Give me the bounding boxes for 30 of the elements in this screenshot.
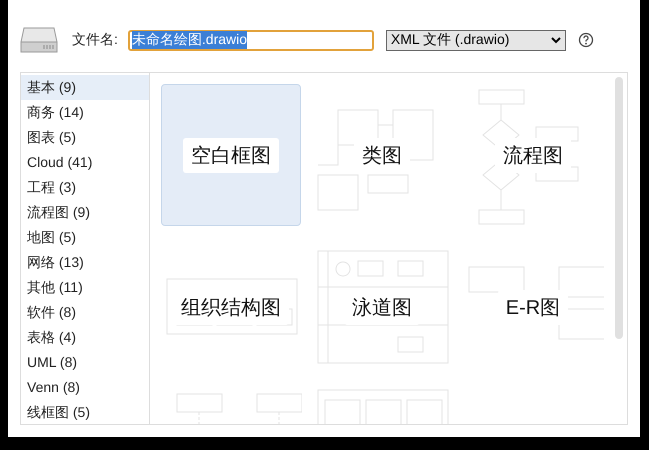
- category-item[interactable]: 软件 (8): [21, 300, 149, 325]
- help-icon[interactable]: [578, 32, 594, 48]
- hard-drive-icon: [20, 26, 58, 54]
- template-tile[interactable]: E-R图: [463, 236, 603, 378]
- template-label: 流程图: [495, 138, 571, 172]
- template-tile[interactable]: 组织结构图: [161, 236, 301, 378]
- category-item[interactable]: 其他 (11): [21, 275, 149, 300]
- category-item[interactable]: 网络 (13): [21, 250, 149, 275]
- template-tile[interactable]: 空白框图: [161, 84, 301, 226]
- category-item[interactable]: Venn (8): [21, 375, 149, 400]
- category-item[interactable]: 线框图 (5): [21, 400, 149, 425]
- template-tile[interactable]: 流程图: [463, 84, 603, 226]
- category-item[interactable]: UML (8): [21, 350, 149, 375]
- template-label: E-R图: [498, 290, 568, 324]
- category-item[interactable]: 图表 (5): [21, 125, 149, 150]
- file-name-field[interactable]: 未命名绘图.drawio: [128, 30, 374, 50]
- format-select[interactable]: XML 文件 (.drawio): [386, 30, 566, 50]
- category-item[interactable]: 基本 (9): [21, 75, 149, 100]
- template-tile[interactable]: 类图: [312, 84, 452, 226]
- category-item[interactable]: 地图 (5): [21, 225, 149, 250]
- category-item[interactable]: 流程图 (9): [21, 200, 149, 225]
- template-tile[interactable]: 泳道图: [312, 236, 452, 378]
- category-item[interactable]: Cloud (41): [21, 150, 149, 175]
- chevron-down-icon: [550, 36, 561, 44]
- category-item[interactable]: 表格 (4): [21, 325, 149, 350]
- category-item[interactable]: 工程 (3): [21, 175, 149, 200]
- template-label: 空白框图: [183, 138, 279, 172]
- scrollbar-thumb[interactable]: [615, 77, 623, 339]
- category-item[interactable]: 商务 (14): [21, 100, 149, 125]
- file-name-label: 文件名:: [72, 31, 118, 49]
